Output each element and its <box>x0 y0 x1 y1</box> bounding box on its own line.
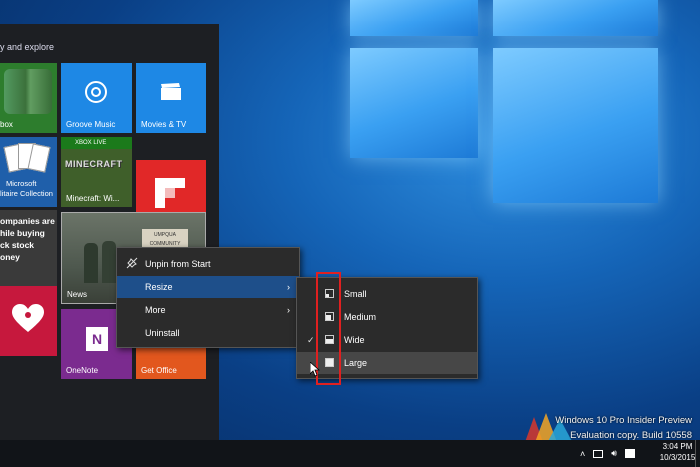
mouse-cursor-icon <box>310 362 320 377</box>
news-photo-person <box>102 241 116 283</box>
menu-item-more[interactable]: More › <box>117 299 299 321</box>
menu-item-label: Large <box>344 358 368 368</box>
menu-item-label: Medium <box>344 312 377 322</box>
tile-label: Minecraft: Wi... <box>66 194 120 203</box>
wallpaper-window-pane <box>350 48 478 158</box>
news-photo-person <box>84 243 98 283</box>
chevron-right-icon: › <box>287 282 290 292</box>
menu-item-label: Uninstall <box>145 328 180 338</box>
tile-groove-music[interactable]: Groove Music <box>61 63 132 133</box>
tile-xbox[interactable]: box <box>0 63 57 133</box>
taskbar-clock[interactable]: 3:04 PM 10/3/2015 <box>655 441 700 463</box>
system-tray: ˄ 🔊︎ <box>580 440 635 467</box>
wallpaper-window-pane <box>493 0 658 36</box>
tile-movies-tv[interactable]: Movies & TV <box>136 63 206 133</box>
tile-iheartradio[interactable] <box>0 286 57 356</box>
network-icon[interactable] <box>593 449 604 458</box>
tile-group-header: y and explore <box>0 42 55 52</box>
onenote-icon: N <box>86 327 108 351</box>
watermark-line: Windows 10 Pro Insider Preview <box>555 415 692 426</box>
tile-label: Microsoft <box>6 179 37 188</box>
taskbar: ˄ 🔊︎ <box>0 440 700 467</box>
tile-label: News <box>67 290 88 299</box>
xbox-avatars-image <box>4 69 52 114</box>
checkmark-icon: ✓ <box>307 334 315 345</box>
menu-item-uninstall[interactable]: Uninstall <box>117 322 299 344</box>
tile-solitaire[interactable]: Microsoft litaire Collection <box>0 137 57 207</box>
tile-minecraft[interactable]: XBOX LIVE MINECRAFT Minecraft: Wi... <box>61 137 132 207</box>
chevron-up-icon[interactable]: ˄ <box>580 449 585 459</box>
menu-item-label: More <box>145 305 166 315</box>
unpin-icon <box>126 257 138 269</box>
menu-item-label: Resize <box>145 282 173 292</box>
tile-label: Get Office <box>141 366 177 375</box>
action-center-icon[interactable] <box>624 449 635 458</box>
playing-cards-icon <box>3 143 51 175</box>
clock-time: 3:04 PM <box>662 442 693 451</box>
iheartradio-icon <box>10 304 46 334</box>
news-headline-text: ompanies are hile buying ck stock oney <box>0 216 55 262</box>
tile-label: OneNote <box>66 366 99 375</box>
menu-item-label: Unpin from Start <box>145 259 211 269</box>
movies-tv-icon <box>161 83 181 100</box>
menu-item-resize[interactable]: Resize › <box>117 276 299 298</box>
xbox-live-badge: XBOX LIVE <box>61 137 132 149</box>
wallpaper-window-pane <box>493 48 658 203</box>
menu-item-label: Wide <box>344 335 365 345</box>
menu-item-label: Small <box>344 289 367 299</box>
tile-label: Movies & TV <box>141 120 187 129</box>
flipboard-icon <box>155 178 185 208</box>
menu-item-unpin-from-start[interactable]: Unpin from Start <box>117 253 299 275</box>
tile-label: Groove Music <box>66 120 116 129</box>
build-watermark: Windows 10 Pro Insider Preview Evaluatio… <box>555 415 692 441</box>
start-menu: y and explore box Groove Music Movies & … <box>0 24 219 440</box>
wallpaper-window-pane <box>350 0 478 36</box>
tile-label: litaire Collection <box>0 189 53 198</box>
minecraft-logo: MINECRAFT <box>65 159 123 169</box>
tile-context-menu: Unpin from Start Resize › More › Uninsta… <box>116 247 300 348</box>
chevron-right-icon: › <box>287 305 290 315</box>
groove-music-icon <box>85 81 107 103</box>
clock-date: 10/3/2015 <box>659 453 696 462</box>
volume-icon[interactable]: 🔊︎ <box>611 448 617 459</box>
tile-label: box <box>0 120 13 129</box>
